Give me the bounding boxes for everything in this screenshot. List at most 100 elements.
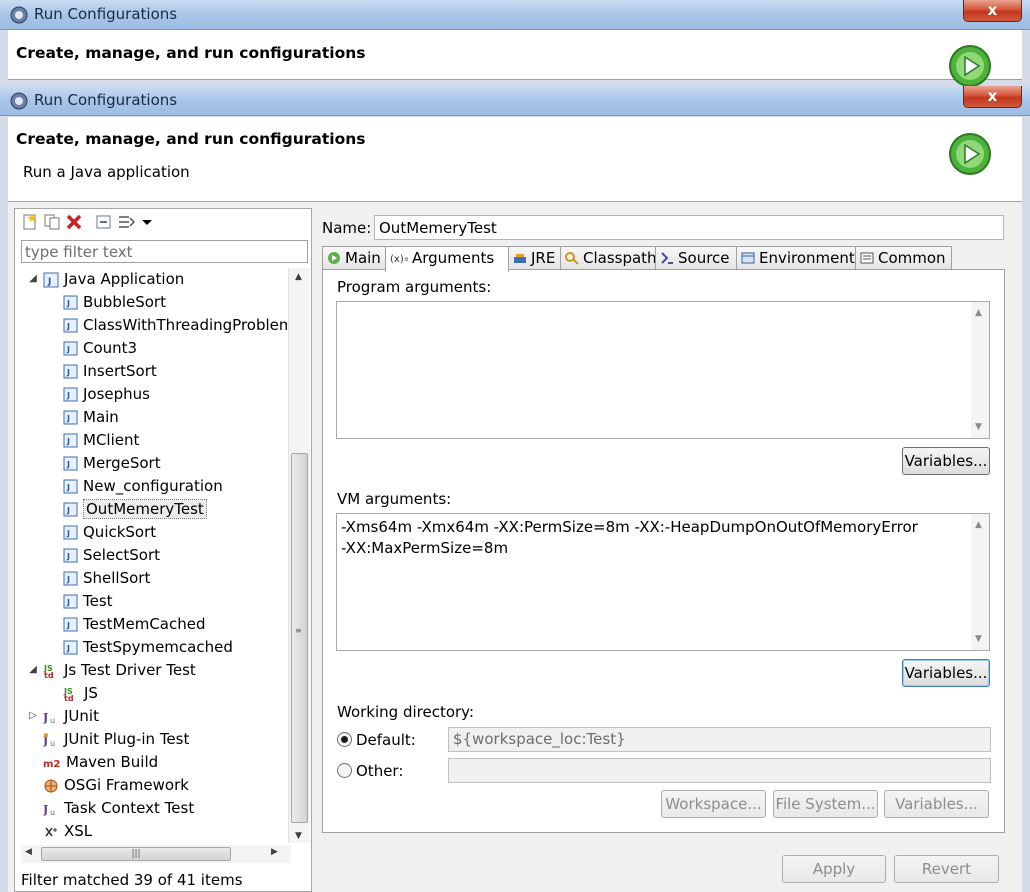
tree-item[interactable]: JS td JS: [63, 682, 98, 704]
delete-config-icon[interactable]: [65, 213, 83, 231]
close-button[interactable]: x: [963, 86, 1022, 108]
program-args-scrollbar[interactable]: ▲ ▼: [971, 302, 989, 438]
tab-source[interactable]: Source: [655, 246, 737, 270]
tree-item-label: MergeSort: [83, 454, 161, 472]
collapsed-toggle-icon[interactable]: ▷: [28, 710, 38, 721]
working-directory-label: Working directory:: [337, 703, 475, 721]
chevron-down-icon[interactable]: [141, 213, 153, 231]
tree-item-label: BubbleSort: [83, 293, 166, 311]
tree-item[interactable]: OSGi Framework: [43, 774, 189, 796]
jre-tab-icon: [514, 253, 526, 263]
program-variables-button[interactable]: Variables...: [902, 447, 990, 475]
svg-text:J: J: [66, 575, 70, 584]
svg-text:td: td: [44, 671, 54, 679]
tree-item[interactable]: Ju JUnit: [43, 705, 99, 727]
window-titlebar[interactable]: Run Configurations x: [0, 86, 1030, 116]
tab-main[interactable]: Main: [322, 246, 386, 270]
configuration-list-pane: ◢ J Java Application J BubbleSort J ClassWithT…: [14, 208, 312, 892]
tree-item[interactable]: J ClassWithThreadingProblem: [63, 314, 287, 336]
tab-jre-label: JRE: [531, 249, 556, 267]
vm-args-scrollbar[interactable]: ▲ ▼: [971, 514, 989, 650]
name-label: Name:: [322, 219, 372, 237]
tree-hscroll-thumb[interactable]: |||: [41, 847, 231, 861]
scroll-down-icon[interactable]: ▼: [295, 831, 302, 841]
collapse-all-icon[interactable]: [95, 213, 113, 231]
scroll-right-icon[interactable]: ▶: [271, 847, 278, 857]
vm-arguments-field[interactable]: -Xms64m -Xmx64m -XX:PermSize=8m -XX:-Hea…: [336, 513, 990, 651]
filter-input[interactable]: [21, 240, 308, 263]
tree-item[interactable]: J SelectSort: [63, 544, 160, 566]
tree-item[interactable]: J TestSpymemcached: [63, 636, 233, 658]
background-window-titlebar[interactable]: Run Configurations x: [0, 0, 1030, 30]
tree-vertical-scrollbar[interactable]: ▲ ≡ ▼: [288, 268, 310, 843]
tree-item[interactable]: Ju Task Context Test: [43, 797, 194, 819]
classpath-tab-icon: [565, 251, 579, 265]
tree-item[interactable]: JS td Js Test Driver Test: [43, 659, 196, 681]
new-config-icon[interactable]: [21, 213, 39, 231]
tree-item[interactable]: J Josephus: [63, 383, 150, 405]
tree-vscroll-thumb[interactable]: ≡: [291, 453, 308, 823]
tree-item[interactable]: J Main: [63, 406, 119, 428]
tree-item[interactable]: J Java Application: [43, 268, 184, 290]
tree-item[interactable]: J QuickSort: [63, 521, 156, 543]
workspace-button[interactable]: Workspace...: [661, 790, 766, 818]
tab-jre[interactable]: JRE: [508, 246, 561, 270]
svg-text:J: J: [43, 803, 48, 816]
expanded-toggle-icon[interactable]: ◢: [28, 273, 38, 284]
tab-main-label: Main: [345, 249, 381, 267]
tree-item[interactable]: J OutMemeryTest: [63, 498, 207, 520]
duplicate-config-icon[interactable]: [43, 213, 61, 231]
tree-item[interactable]: J ShellSort: [63, 567, 150, 589]
svg-text:m2: m2: [43, 759, 60, 770]
tab-environment[interactable]: Environment: [736, 246, 856, 270]
tree-item[interactable]: XSL: [43, 820, 92, 842]
background-banner: Create, manage, and run configurations: [8, 30, 1022, 80]
background-run-icon: [949, 45, 991, 87]
tree-item[interactable]: J TestMemCached: [63, 613, 206, 635]
config-toolbar: [15, 209, 311, 235]
xsl-icon: [43, 822, 64, 840]
tree-item[interactable]: J New_configuration: [63, 475, 223, 497]
file-system-button[interactable]: File System...: [773, 790, 878, 818]
other-radio[interactable]: [337, 763, 352, 778]
tab-classpath[interactable]: Classpath: [560, 246, 657, 270]
tab-common[interactable]: Common: [855, 246, 952, 270]
junit-icon: Ju: [43, 707, 64, 725]
svg-text:J: J: [66, 552, 70, 561]
tree-item[interactable]: J Count3: [63, 337, 137, 359]
apply-button[interactable]: Apply: [782, 855, 886, 883]
filter-config-icon[interactable]: [117, 213, 135, 231]
tree-item-label: Js Test Driver Test: [64, 661, 196, 679]
tree-item[interactable]: Ju JUnit Plug-in Test: [43, 728, 189, 750]
program-arguments-field[interactable]: ▲ ▼: [336, 301, 990, 439]
tree-item-label: ShellSort: [83, 569, 151, 587]
tree-item[interactable]: J Test: [63, 590, 113, 612]
scroll-left-icon[interactable]: ◀: [25, 847, 32, 857]
java-config-icon: J: [63, 339, 83, 357]
svg-text:J: J: [66, 299, 70, 308]
window-title: Run Configurations: [34, 91, 178, 109]
tree-item[interactable]: J InsertSort: [63, 360, 157, 382]
tree-item[interactable]: J BubbleSort: [63, 291, 166, 313]
tree-item[interactable]: J MergeSort: [63, 452, 161, 474]
background-close-button[interactable]: x: [963, 0, 1022, 22]
tree-item-label: SelectSort: [83, 546, 161, 564]
tree-item[interactable]: J MClient: [63, 429, 139, 451]
working-dir-variables-button[interactable]: Variables...: [884, 790, 989, 818]
revert-button[interactable]: Revert: [894, 855, 999, 883]
tree-horizontal-scrollbar[interactable]: ◀ ||| ▶: [21, 845, 291, 863]
vm-variables-button[interactable]: Variables...: [902, 659, 990, 687]
tree-item[interactable]: m2 Maven Build: [43, 751, 158, 773]
svg-text:J: J: [66, 345, 70, 354]
tree-item-label: Count3: [83, 339, 138, 357]
tree-item-label: Main: [83, 408, 119, 426]
other-directory-field[interactable]: [448, 758, 991, 783]
default-radio[interactable]: [337, 732, 352, 747]
tab-arguments[interactable]: (x)= Arguments: [385, 246, 509, 272]
java-application-icon: J: [43, 270, 64, 288]
js-test-driver-icon: JS td: [63, 684, 84, 702]
scroll-up-icon[interactable]: ▲: [295, 272, 302, 282]
expanded-toggle-icon[interactable]: ◢: [28, 664, 38, 675]
java-config-icon: J: [63, 477, 83, 495]
name-field[interactable]: [374, 215, 1004, 240]
